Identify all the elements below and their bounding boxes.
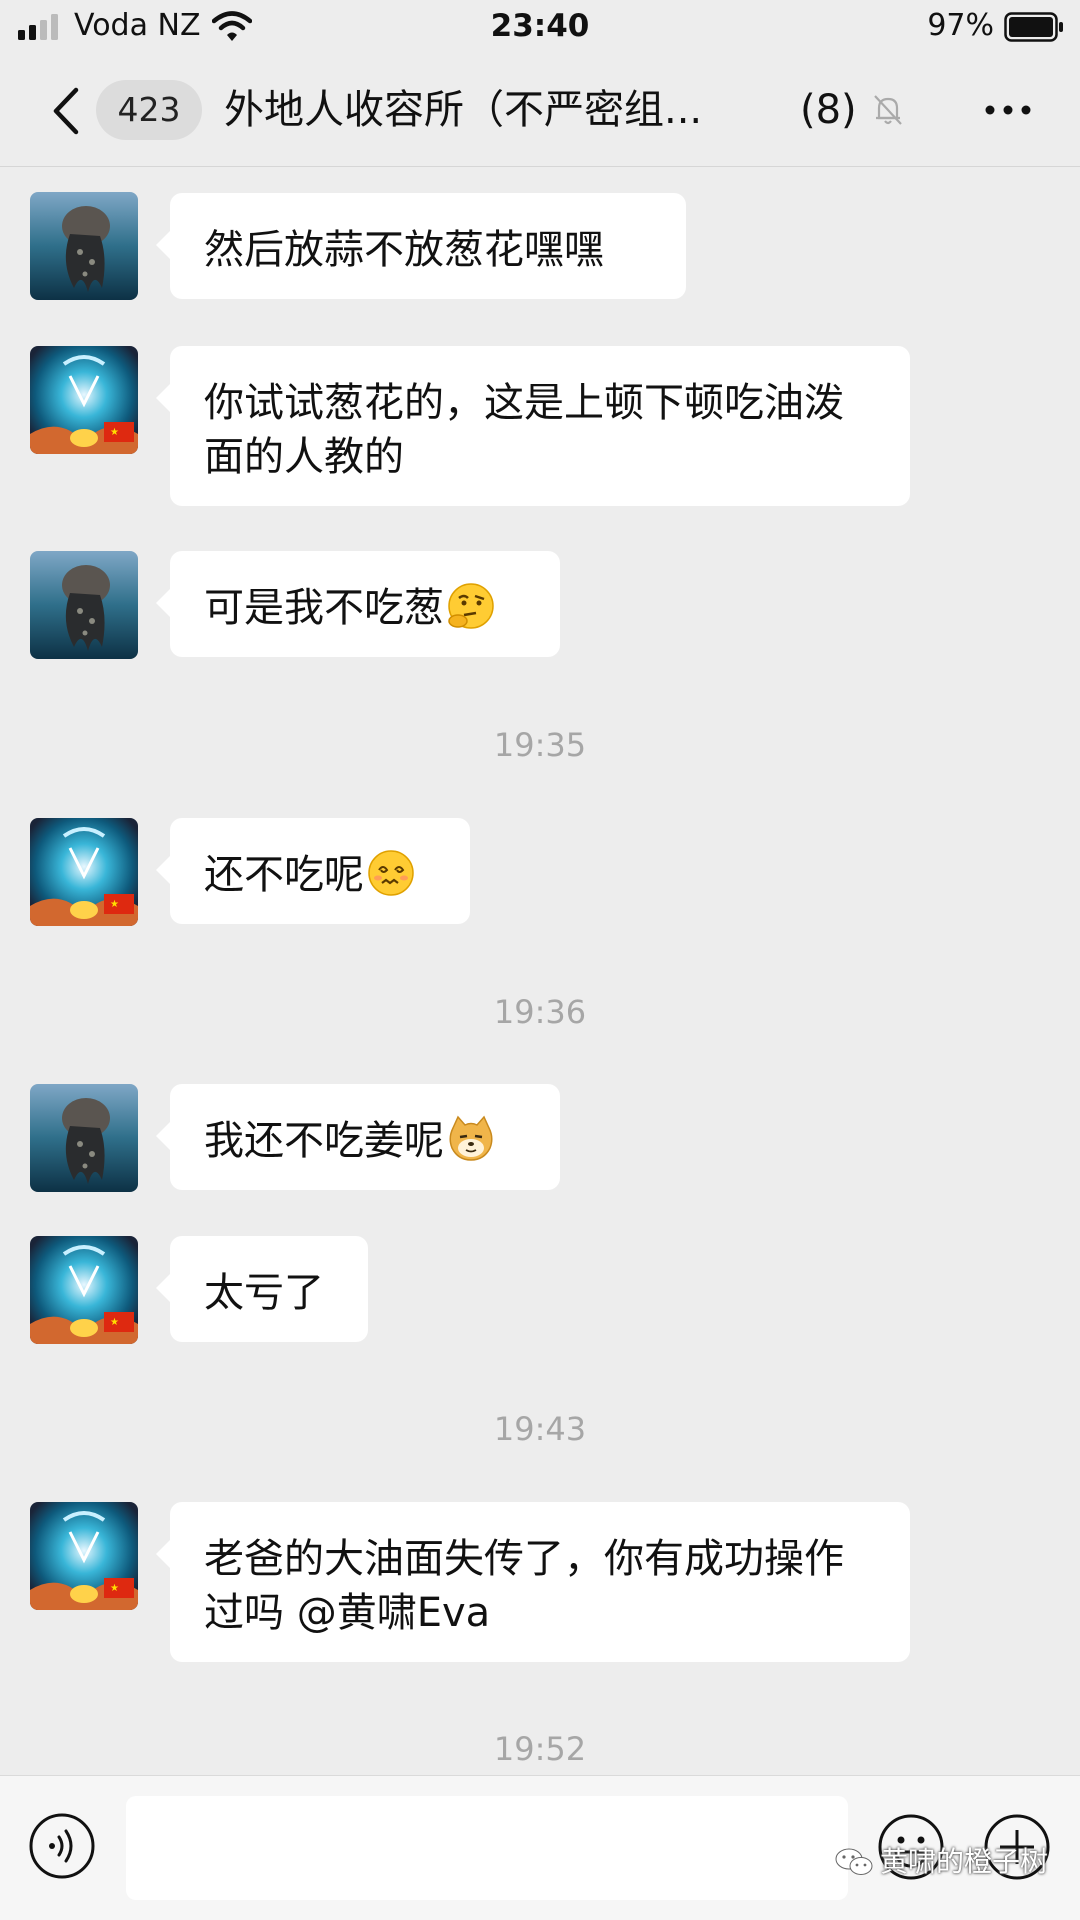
voice-input-icon[interactable]: [28, 1812, 96, 1880]
message-text: 还不吃呢: [204, 852, 364, 898]
battery-icon: [1004, 12, 1063, 42]
member-count: (8): [800, 87, 857, 133]
jellyfish-avatar[interactable]: [30, 192, 138, 300]
message-text: 然后放蒜不放葱花嘿嘿: [204, 227, 604, 273]
message-input[interactable]: [126, 1796, 848, 1900]
svg-text:★: ★: [110, 899, 119, 910]
timestamp-divider: 19:36: [493, 993, 587, 1031]
thinking-emoji-icon: [448, 583, 494, 629]
watermark: 黄啸的橙子树: [834, 1840, 1048, 1880]
message-text: 太亏了: [204, 1270, 324, 1316]
muted-bell-icon: [874, 95, 902, 125]
svg-text:★: ★: [110, 427, 119, 438]
watermark-text: 黄啸的橙子树: [880, 1845, 1049, 1878]
svg-text:★: ★: [110, 1317, 119, 1328]
message-bubble[interactable]: 可是我不吃葱: [156, 551, 560, 657]
message-text: 我还不吃姜呢: [204, 1118, 444, 1164]
message-bubble[interactable]: 你试试葱花的，这是上顿下顿吃油泼面的人教的: [156, 346, 910, 506]
battery-percentage: 97%: [927, 8, 994, 43]
message-text: 老爸的大油面失传了，你有成功操作过吗 @黄啸Eva: [204, 1536, 844, 1636]
mandala-avatar[interactable]: ★: [30, 1502, 138, 1610]
message-bubble[interactable]: 然后放蒜不放葱花嘿嘿: [156, 193, 686, 299]
message-bubble[interactable]: 我还不吃姜呢: [156, 1084, 560, 1190]
chat-screen: Voda NZ 23:40 97% 423 外地人收容所（不严密组... (8): [0, 0, 1080, 1920]
timestamp-divider: 19:35: [493, 726, 587, 764]
message-bubble[interactable]: 老爸的大油面失传了，你有成功操作过吗 @黄啸Eva: [156, 1502, 910, 1662]
status-bar: Voda NZ 23:40 97%: [0, 0, 1080, 56]
message-bubble[interactable]: 太亏了: [156, 1236, 368, 1342]
wechat-logo-icon: [835, 1848, 873, 1875]
mandala-avatar[interactable]: ★: [30, 818, 138, 926]
timestamp-divider: 19:52: [493, 1730, 587, 1768]
jellyfish-avatar[interactable]: [30, 551, 138, 659]
mandala-avatar[interactable]: ★: [30, 1236, 138, 1344]
message-bubble[interactable]: 还不吃呢: [156, 818, 470, 924]
back-arrow-icon[interactable]: [48, 86, 82, 136]
svg-text:★: ★: [110, 1583, 119, 1594]
message-text: 你试试葱花的，这是上顿下顿吃油泼面的人教的: [204, 380, 844, 480]
unread-count-badge[interactable]: 423: [96, 80, 202, 140]
doge-emoji-icon: [449, 1115, 493, 1161]
message-text: 可是我不吃葱: [204, 585, 444, 631]
timestamp-divider: 19:43: [493, 1410, 587, 1448]
status-time: 23:40: [490, 8, 590, 44]
jellyfish-avatar[interactable]: [30, 1084, 138, 1192]
more-options-icon[interactable]: [984, 100, 1032, 120]
dizzy-emoji-icon: [368, 850, 414, 896]
chat-header: 423 外地人收容所（不严密组... (8): [0, 56, 1080, 167]
group-chat-title: 外地人收容所（不严密组...: [224, 87, 703, 133]
mandala-avatar[interactable]: ★: [30, 346, 138, 454]
